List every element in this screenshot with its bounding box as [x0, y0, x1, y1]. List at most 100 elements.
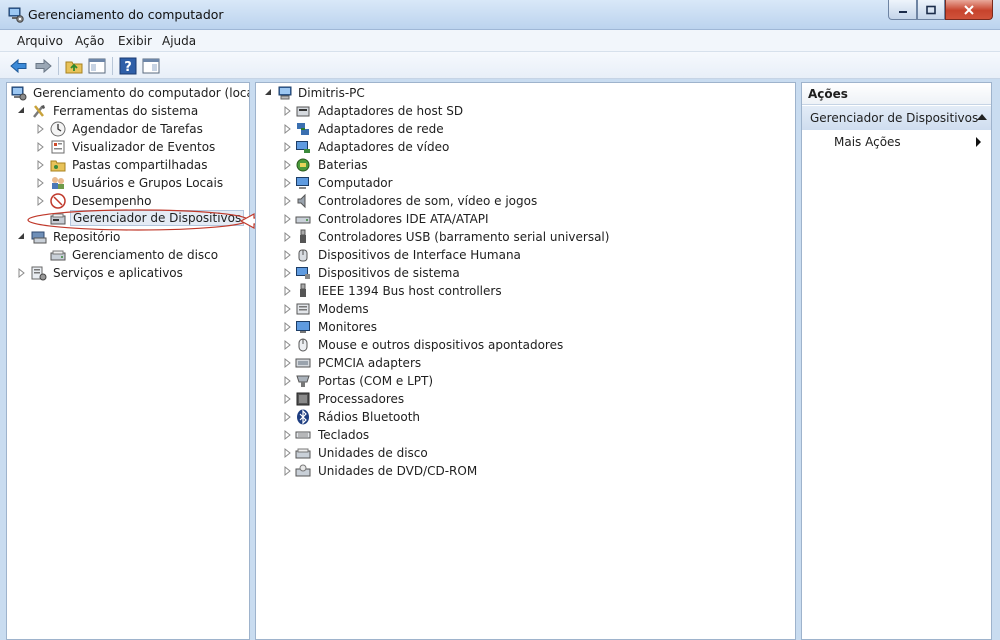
up-folder-icon[interactable]: [64, 56, 84, 76]
device-category-label: Monitores: [318, 320, 377, 334]
collapsed-arrow-icon[interactable]: [283, 393, 293, 405]
tree-label-performance: Desempenho: [72, 194, 152, 208]
collapsed-arrow-icon[interactable]: [283, 105, 293, 117]
device-category-label: Dispositivos de sistema: [318, 266, 460, 280]
maximize-button[interactable]: [917, 0, 945, 20]
help-icon[interactable]: ?: [118, 56, 138, 76]
collapsed-arrow-icon[interactable]: [283, 447, 293, 459]
pcmcia-icon: [295, 358, 311, 368]
display-adapter-icon: [296, 141, 310, 153]
menu-ajuda[interactable]: Ajuda: [162, 34, 196, 48]
device-category[interactable]: Portas (COM e LPT): [283, 372, 783, 390]
collapsed-arrow-icon[interactable]: [283, 375, 293, 387]
collapsed-arrow-icon[interactable]: [36, 195, 46, 207]
device-category-label: Baterias: [318, 158, 368, 172]
device-category-label: PCMCIA adapters: [318, 356, 422, 370]
show-hide-action-pane-icon[interactable]: [141, 56, 161, 76]
device-category[interactable]: Adaptadores de rede: [283, 120, 783, 138]
menu-exibir[interactable]: Exibir: [118, 34, 152, 48]
network-adapter-icon: [297, 123, 309, 135]
tree-item-local-users[interactable]: Usuários e Grupos Locais: [36, 174, 246, 192]
collapsed-arrow-icon[interactable]: [283, 411, 293, 423]
collapsed-arrow-icon[interactable]: [283, 285, 293, 297]
device-category[interactable]: Rádios Bluetooth: [283, 408, 783, 426]
device-category[interactable]: Baterias: [283, 156, 783, 174]
device-category-label: Unidades de DVD/CD-ROM: [318, 464, 478, 478]
device-category[interactable]: PCMCIA adapters: [283, 354, 783, 372]
annotation-ellipse: [27, 209, 249, 231]
monitor-icon: [296, 321, 310, 333]
device-category[interactable]: Processadores: [283, 390, 783, 408]
collapsed-arrow-icon[interactable]: [283, 267, 293, 279]
menu-acao[interactable]: Ação: [75, 34, 104, 48]
device-category[interactable]: Mouse e outros dispositivos apontadores: [283, 336, 783, 354]
tree-item-root[interactable]: Gerenciamento do computador (local): [11, 84, 249, 102]
services-icon: [31, 266, 47, 281]
device-category[interactable]: Controladores de som, vídeo e jogos: [283, 192, 783, 210]
actions-section-device-manager[interactable]: Gerenciador de Dispositivos: [802, 106, 991, 130]
forward-icon[interactable]: [33, 56, 53, 76]
collapsed-arrow-icon[interactable]: [283, 429, 293, 441]
collapsed-arrow-icon[interactable]: [283, 231, 293, 243]
minimize-button[interactable]: [888, 0, 917, 20]
collapsed-arrow-icon[interactable]: [283, 123, 293, 135]
tree-item-disk-management[interactable]: Gerenciamento de disco: [36, 246, 246, 264]
tree-item-services[interactable]: Serviços e aplicativos: [17, 264, 247, 282]
collapsed-arrow-icon[interactable]: [283, 141, 293, 153]
collapsed-arrow-icon[interactable]: [283, 465, 293, 477]
device-tree-root[interactable]: Dimitris-PC: [264, 84, 564, 102]
tree-item-event-viewer[interactable]: Visualizador de Eventos: [36, 138, 246, 156]
collapsed-arrow-icon[interactable]: [283, 339, 293, 351]
device-category[interactable]: Unidades de disco: [283, 444, 783, 462]
show-hide-tree-icon[interactable]: [87, 56, 107, 76]
device-category-label: Rádios Bluetooth: [318, 410, 421, 424]
collapsed-arrow-icon[interactable]: [36, 159, 46, 171]
device-category[interactable]: Adaptadores de host SD: [283, 102, 783, 120]
expanded-arrow-icon[interactable]: [264, 87, 274, 99]
modem-icon: [296, 303, 310, 315]
computer-management-icon: [11, 86, 27, 101]
collapsed-arrow-icon[interactable]: [283, 159, 293, 171]
collapsed-arrow-icon[interactable]: [36, 123, 46, 135]
device-category[interactable]: IEEE 1394 Bus host controllers: [283, 282, 783, 300]
tree-item-shared-folders[interactable]: Pastas compartilhadas: [36, 156, 246, 174]
device-category[interactable]: Modems: [283, 300, 783, 318]
collapsed-arrow-icon[interactable]: [283, 357, 293, 369]
device-category[interactable]: Computador: [283, 174, 783, 192]
device-category-label: Computador: [318, 176, 393, 190]
close-button[interactable]: [945, 0, 993, 20]
clock-icon: [50, 121, 66, 137]
collapsed-arrow-icon[interactable]: [283, 249, 293, 261]
more-actions-item[interactable]: Mais Ações: [834, 135, 901, 149]
device-category-label: Adaptadores de rede: [318, 122, 444, 136]
collapsed-arrow-icon[interactable]: [283, 303, 293, 315]
window-title: Gerenciamento do computador: [28, 7, 224, 22]
collapsed-arrow-icon[interactable]: [283, 195, 293, 207]
back-icon[interactable]: [9, 56, 29, 76]
device-category[interactable]: Unidades de DVD/CD-ROM: [283, 462, 783, 480]
device-category-label: Dispositivos de Interface Humana: [318, 248, 521, 262]
menu-arquivo[interactable]: Arquivo: [17, 34, 63, 48]
device-category[interactable]: Adaptadores de vídeo: [283, 138, 783, 156]
device-category-label: Teclados: [318, 428, 370, 442]
performance-icon: [50, 193, 66, 209]
expanded-arrow-icon[interactable]: [17, 231, 27, 243]
device-category[interactable]: Dispositivos de sistema: [283, 264, 783, 282]
expanded-arrow-icon[interactable]: [17, 105, 27, 117]
collapsed-arrow-icon[interactable]: [36, 141, 46, 153]
device-category[interactable]: Dispositivos de Interface Humana: [283, 246, 783, 264]
collapsed-arrow-icon[interactable]: [283, 321, 293, 333]
collapsed-arrow-icon[interactable]: [17, 267, 27, 279]
device-category[interactable]: Monitores: [283, 318, 783, 336]
collapse-up-icon[interactable]: [977, 114, 987, 120]
close-icon: [964, 4, 974, 15]
device-category[interactable]: Controladores USB (barramento serial uni…: [283, 228, 783, 246]
collapsed-arrow-icon[interactable]: [36, 177, 46, 189]
tree-item-system-tools[interactable]: Ferramentas do sistema: [17, 102, 247, 120]
tree-item-task-scheduler[interactable]: Agendador de Tarefas: [36, 120, 246, 138]
collapsed-arrow-icon[interactable]: [283, 213, 293, 225]
device-category[interactable]: Controladores IDE ATA/ATAPI: [283, 210, 783, 228]
device-category[interactable]: Teclados: [283, 426, 783, 444]
collapsed-arrow-icon[interactable]: [283, 177, 293, 189]
console-tree-panel: Gerenciamento do computador (local) Ferr…: [6, 82, 250, 640]
